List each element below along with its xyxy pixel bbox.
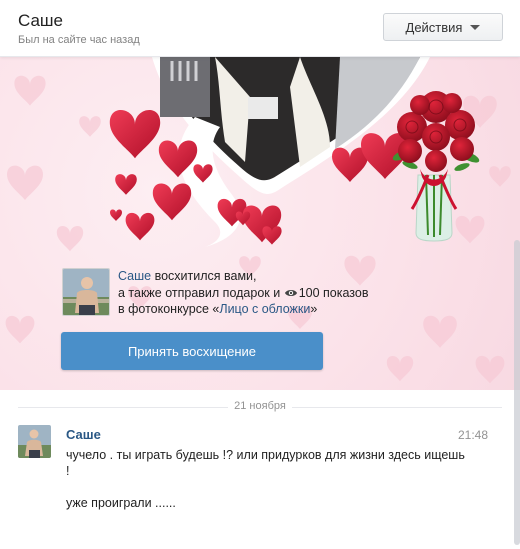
actions-label: Действия [405, 19, 463, 35]
message-avatar[interactable] [18, 425, 51, 458]
message-text-2: уже проиграли ...... [66, 496, 176, 510]
message-author[interactable]: Саше [66, 427, 101, 442]
contest-link[interactable]: Лицо с обложки [219, 302, 310, 316]
sender-link[interactable]: Саше [118, 269, 151, 283]
avatar[interactable] [62, 268, 110, 316]
date-label: 21 ноября [228, 400, 292, 412]
dialog-header: Саше Был на сайте час назад Действия [0, 0, 520, 57]
actions-dropdown-button[interactable]: Действия [383, 13, 503, 41]
last-seen-status: Был на сайте час назад [18, 34, 140, 46]
chevron-down-icon [470, 24, 481, 30]
accept-admiration-button[interactable]: Принять восхищение [61, 332, 323, 370]
contact-name[interactable]: Саше [18, 11, 63, 31]
scrollbar[interactable] [514, 240, 520, 545]
eye-icon [284, 289, 297, 296]
admiration-card: Саше восхитился вами, а также отправил п… [0, 57, 520, 390]
message-time[interactable]: 21:48 [458, 428, 488, 442]
admiration-text: Саше восхитился вами, а также отправил п… [118, 269, 369, 316]
date-separator: 21 ноября [18, 400, 502, 414]
message-text: чучело . ты играть будешь !? или придурк… [66, 448, 465, 478]
